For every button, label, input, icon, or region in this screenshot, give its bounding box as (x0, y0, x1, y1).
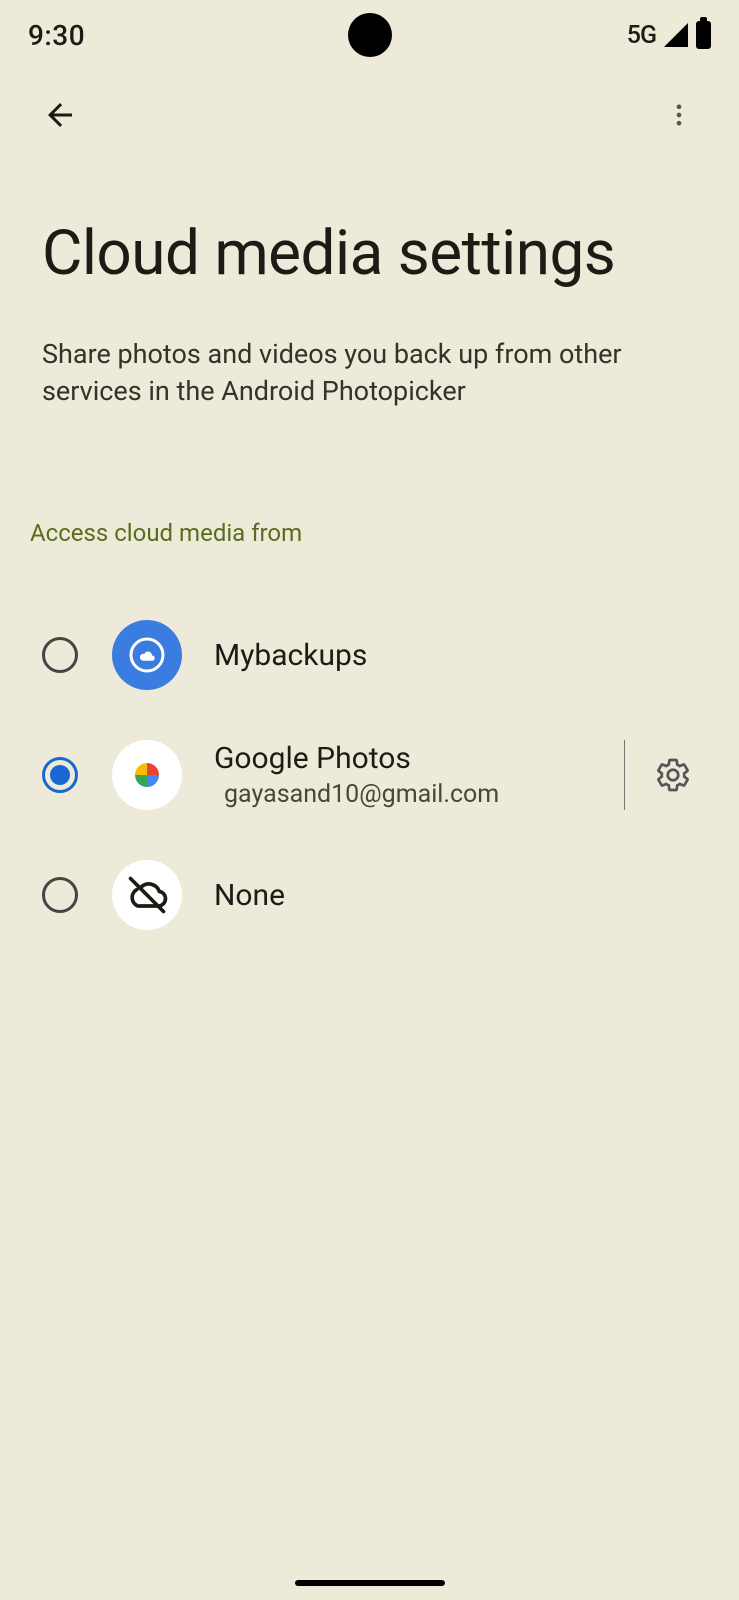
google-photos-app-icon (112, 740, 182, 810)
section-label: Access cloud media from (30, 519, 697, 547)
option-text: Google Photos gayasand10@gmail.com (214, 741, 600, 809)
back-button[interactable] (40, 95, 80, 135)
google-photos-icon (123, 751, 171, 799)
camera-cutout (348, 13, 392, 57)
option-title: Mybackups (214, 638, 697, 673)
battery-icon (696, 21, 711, 49)
option-google-photos[interactable]: Google Photos gayasand10@gmail.com (42, 715, 697, 835)
option-subtitle: gayasand10@gmail.com (214, 780, 600, 809)
status-indicators: 5G (627, 21, 711, 50)
gear-icon (655, 757, 691, 793)
google-photos-settings-button[interactable] (649, 751, 697, 799)
page-description: Share photos and videos you back up from… (42, 336, 697, 409)
radio-mybackups[interactable] (42, 637, 78, 673)
option-title: Google Photos (214, 741, 600, 776)
cloud-provider-options: Mybackups Google Photos gayasand10@gmail… (42, 595, 697, 955)
option-mybackups[interactable]: Mybackups (42, 595, 697, 715)
page-title: Cloud media settings (42, 220, 697, 288)
signal-icon (664, 23, 688, 47)
none-icon-container (112, 860, 182, 930)
status-bar: 9:30 5G (0, 0, 739, 70)
app-bar (0, 70, 739, 160)
navigation-handle[interactable] (295, 1580, 445, 1586)
radio-none[interactable] (42, 877, 78, 913)
arrow-back-icon (42, 97, 78, 133)
cloud-off-icon (125, 873, 169, 917)
option-text: None (214, 878, 697, 913)
option-text: Mybackups (214, 638, 697, 673)
more-vert-icon (665, 101, 693, 129)
overflow-menu-button[interactable] (659, 95, 699, 135)
vertical-divider (624, 740, 625, 810)
radio-google-photos[interactable] (42, 757, 78, 793)
mybackups-app-icon (112, 620, 182, 690)
clock: 9:30 (28, 19, 85, 52)
content-area: Cloud media settings Share photos and vi… (0, 160, 739, 955)
network-label: 5G (627, 21, 656, 50)
option-none[interactable]: None (42, 835, 697, 955)
option-title: None (214, 878, 697, 913)
cloud-circle-icon (125, 633, 169, 677)
